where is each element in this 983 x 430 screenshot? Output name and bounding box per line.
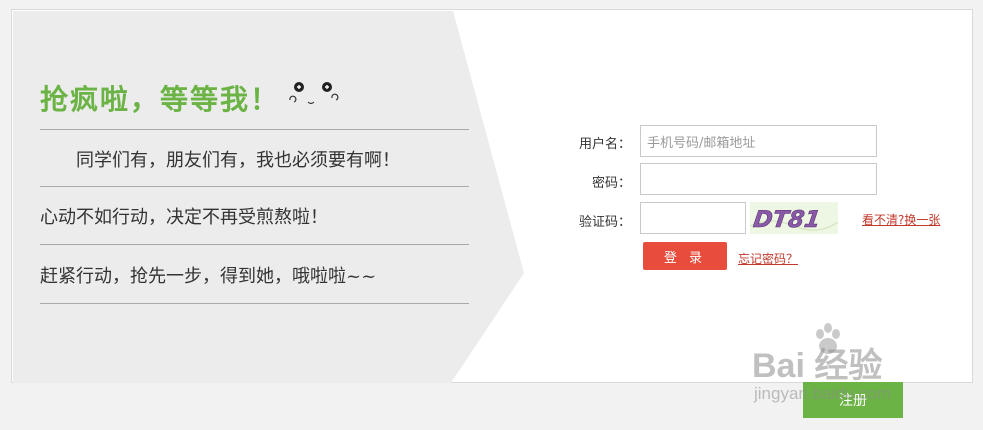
username-label: 用户名： (578, 137, 631, 152)
password-label: 密码： (591, 176, 631, 191)
forgot-password-link[interactable]: 忘记密码？ (738, 250, 798, 267)
refresh-captcha-link[interactable]: 看不清?换一张 (862, 211, 940, 228)
username-input[interactable]: 手机号码/邮箱地址 (640, 125, 877, 157)
captcha-label: 验证码： (578, 215, 631, 230)
captcha-input[interactable] (640, 202, 746, 234)
dizzy-face-icon (289, 82, 339, 105)
captcha-text: DT81 (752, 207, 822, 233)
promo-line-1: 同学们有，朋友们有，我也必须要有啊！ (40, 150, 400, 171)
promo-line-2: 心动不如行动，决定不再受煎熬啦！ (40, 207, 328, 228)
divider (40, 129, 469, 130)
watermark-url: jingyan.baidu.com (754, 384, 892, 403)
divider (40, 186, 469, 187)
baidu-watermark: Bai 经验 jingyan.baidu.com (752, 320, 952, 410)
divider (40, 303, 469, 304)
password-input[interactable] (640, 163, 877, 195)
captcha-image[interactable]: DT81 (750, 202, 838, 234)
username-placeholder: 手机号码/邮箱地址 (647, 135, 756, 151)
promo-panel (13, 11, 524, 383)
divider (40, 244, 469, 245)
login-button[interactable]: 登 录 (643, 242, 727, 270)
promo-line-3: 赶紧行动，抢先一步，得到她，哦啦啦~~ (40, 266, 377, 287)
promo-title: 抢疯啦，等等我！ (40, 83, 281, 116)
watermark-main: Bai 经验 (752, 347, 883, 385)
